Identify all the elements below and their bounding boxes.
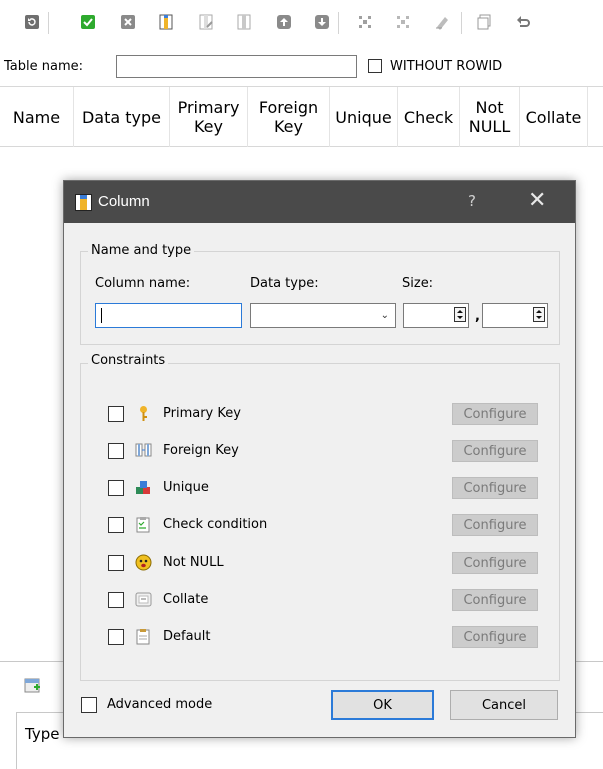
table-name-input[interactable]: [116, 55, 357, 78]
default-configure-button[interactable]: Configure: [452, 626, 538, 648]
data-type-label: Data type:: [250, 276, 319, 291]
not-null-checkbox[interactable]: [108, 555, 124, 571]
name-and-type-group: [80, 251, 560, 345]
column-name-label: Column name:: [95, 276, 191, 291]
help-button[interactable]: ?: [468, 192, 476, 210]
constraint-foreign-key-row: Foreign Key Configure: [108, 440, 538, 462]
size-label: Size:: [402, 276, 434, 291]
grid-header: Name Data type Primary Key Foreign Key U…: [0, 87, 603, 147]
column-header-data-type[interactable]: Data type: [74, 87, 170, 147]
check-condition-icon: [136, 517, 150, 533]
column-header-name[interactable]: Name: [0, 87, 74, 147]
primary-key-configure-button[interactable]: Configure: [452, 403, 538, 425]
unique-icon: [136, 481, 150, 494]
not-null-label: Not NULL: [163, 555, 224, 570]
chevron-down-icon: ⌄: [380, 310, 389, 321]
rollback-icon[interactable]: [119, 13, 137, 31]
delete-constraint-icon[interactable]: [433, 13, 451, 31]
column-icon: [75, 194, 92, 211]
ddl-icon[interactable]: [475, 13, 493, 31]
undo-icon[interactable]: [514, 13, 532, 31]
constraint-not-null-row: Not NULL Configure: [108, 552, 538, 574]
toolbar: [0, 0, 603, 56]
dialog-titlebar: Column ? ✕: [64, 181, 575, 223]
column-header-foreign-key[interactable]: Foreign Key: [248, 87, 330, 147]
table-name-row: Table name: WITHOUT ROWID: [0, 53, 603, 81]
size-1-spinner[interactable]: [454, 307, 466, 322]
add-constraint-icon[interactable]: [356, 13, 374, 31]
advanced-mode-label: Advanced mode: [107, 697, 213, 712]
add-table-constraint-icon[interactable]: [24, 676, 42, 698]
text-cursor: [101, 308, 102, 323]
without-rowid-label: WITHOUT ROWID: [390, 59, 503, 74]
primary-key-checkbox[interactable]: [108, 406, 124, 422]
ok-button[interactable]: OK: [331, 690, 434, 720]
check-condition-configure-button[interactable]: Configure: [452, 514, 538, 536]
data-type-select[interactable]: ⌄: [250, 303, 396, 328]
check-condition-label: Check condition: [163, 517, 268, 532]
key-icon: [140, 406, 147, 421]
foreign-key-label: Foreign Key: [163, 443, 239, 458]
column-header-primary-key[interactable]: Primary Key: [170, 87, 248, 147]
default-icon: [136, 629, 150, 645]
constraint-collate-row: Collate Configure: [108, 589, 538, 611]
constraints-header-type[interactable]: Type: [25, 725, 59, 743]
not-null-icon: [135, 554, 152, 571]
unique-checkbox[interactable]: [108, 480, 124, 496]
foreign-key-configure-button[interactable]: Configure: [452, 440, 538, 462]
close-button[interactable]: ✕: [528, 188, 546, 213]
constraint-default-row: Default Configure: [108, 626, 538, 648]
default-label: Default: [163, 629, 211, 644]
move-down-icon[interactable]: [313, 13, 331, 31]
dialog-title: Column: [98, 193, 150, 210]
column-header-collate[interactable]: Collate: [520, 87, 588, 147]
advanced-mode-checkbox[interactable]: [81, 697, 97, 713]
collate-icon: [135, 592, 152, 607]
column-header-not-null[interactable]: Not NULL: [460, 87, 520, 147]
commit-icon[interactable]: [79, 13, 97, 31]
collate-checkbox[interactable]: [108, 592, 124, 608]
collate-configure-button[interactable]: Configure: [452, 589, 538, 611]
column-name-input[interactable]: [95, 303, 242, 328]
constraint-unique-row: Unique Configure: [108, 477, 538, 499]
check-condition-checkbox[interactable]: [108, 517, 124, 533]
column-header-unique[interactable]: Unique: [330, 87, 398, 147]
unique-label: Unique: [163, 480, 209, 495]
size-separator: ,: [475, 309, 480, 324]
refresh-icon[interactable]: [23, 13, 41, 31]
edit-column-icon[interactable]: [197, 13, 215, 31]
column-header-check[interactable]: Check: [398, 87, 460, 147]
not-null-configure-button[interactable]: Configure: [452, 552, 538, 574]
edit-constraint-icon[interactable]: [394, 13, 412, 31]
primary-key-label: Primary Key: [163, 406, 241, 421]
foreign-key-checkbox[interactable]: [108, 443, 124, 459]
constraints-title: Constraints: [88, 353, 169, 368]
without-rowid-checkbox[interactable]: [368, 59, 382, 73]
name-and-type-title: Name and type: [88, 243, 195, 258]
move-up-icon[interactable]: [275, 13, 293, 31]
unique-configure-button[interactable]: Configure: [452, 477, 538, 499]
default-checkbox[interactable]: [108, 629, 124, 645]
foreign-key-icon: [135, 443, 152, 457]
constraint-check-condition-row: Check condition Configure: [108, 514, 538, 536]
size-input-1[interactable]: [403, 303, 469, 328]
size-2-spinner[interactable]: [533, 307, 545, 322]
size-input-2[interactable]: [482, 303, 548, 328]
constraint-primary-key-row: Primary Key Configure: [108, 403, 538, 425]
collate-label: Collate: [163, 592, 209, 607]
column-dialog: Column ? ✕ Name and type Column name: Da…: [63, 180, 576, 738]
table-name-label: Table name:: [4, 59, 83, 74]
cancel-button[interactable]: Cancel: [450, 690, 558, 720]
add-column-icon[interactable]: [157, 13, 175, 31]
delete-column-icon[interactable]: [235, 13, 253, 31]
